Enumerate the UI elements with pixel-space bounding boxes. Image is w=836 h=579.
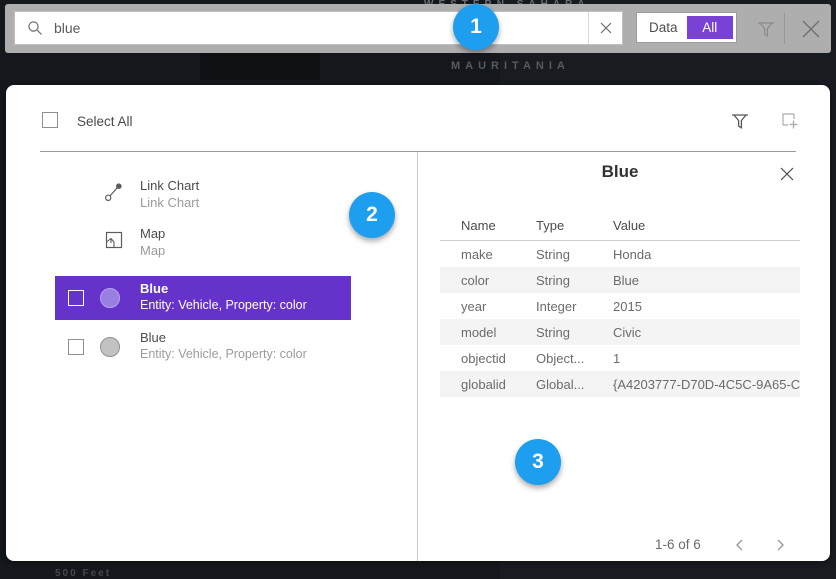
list-details-divider: [417, 152, 418, 561]
callout-badge-3: 3: [515, 439, 561, 485]
table-row: year Integer 2015: [440, 293, 800, 319]
result-checkbox[interactable]: [68, 290, 84, 306]
search-scope-toggle: Data All: [636, 12, 737, 43]
result-subtitle: Entity: Vehicle, Property: color: [140, 347, 307, 361]
cell-type: Object...: [536, 351, 613, 366]
result-title: Blue: [140, 330, 166, 345]
cell-type: String: [536, 273, 613, 288]
detail-close-icon[interactable]: [778, 165, 796, 183]
table-row: globalid Global... {A4203777-D70D-4C5C-9…: [440, 371, 800, 397]
scope-data-button[interactable]: Data: [640, 16, 687, 39]
search-overlay-screen: WESTERN SAHARA MAURITANIA 500 Feet Data …: [0, 0, 836, 579]
cell-value: Blue: [613, 273, 800, 288]
cell-name: objectid: [461, 351, 536, 366]
select-all-label: Select All: [77, 114, 133, 129]
result-title: Map: [140, 226, 165, 241]
header-divider: [40, 151, 796, 152]
search-icon: [27, 20, 43, 36]
cell-value: Honda: [613, 247, 800, 262]
link-chart-icon: [103, 181, 125, 203]
search-input[interactable]: [54, 20, 588, 36]
pagination-label: 1-6 of 6: [655, 537, 701, 552]
result-item-blue[interactable]: Blue Entity: Vehicle, Property: color: [55, 325, 351, 369]
cell-value: Civic: [613, 325, 800, 340]
close-icon[interactable]: [798, 16, 824, 42]
cell-name: color: [461, 273, 536, 288]
result-subtitle: Entity: Vehicle, Property: color: [140, 298, 307, 312]
detail-title: Blue: [440, 162, 800, 182]
entity-circle-icon: [100, 337, 120, 357]
pagination-prev-icon[interactable]: [731, 536, 749, 554]
select-all-checkbox[interactable]: [42, 112, 58, 128]
map-scale-label: 500 Feet: [55, 568, 111, 579]
cell-type: String: [536, 247, 613, 262]
column-header: Name: [461, 218, 536, 233]
result-title: Link Chart: [140, 178, 199, 193]
result-subtitle: Link Chart: [140, 195, 199, 210]
column-header: Type: [536, 218, 613, 233]
cell-type: Integer: [536, 299, 613, 314]
cell-name: model: [461, 325, 536, 340]
cell-value: 1: [613, 351, 800, 366]
cell-value: 2015: [613, 299, 800, 314]
callout-badge-1: 1: [453, 4, 499, 50]
table-row: make String Honda: [440, 241, 800, 267]
search-bar: [14, 11, 623, 45]
map-label-mauritania: MAURITANIA: [451, 60, 570, 72]
pagination-next-icon[interactable]: [771, 536, 789, 554]
cell-name: year: [461, 299, 536, 314]
map-icon: [103, 229, 125, 251]
table-row: objectid Object... 1: [440, 345, 800, 371]
cell-type: String: [536, 325, 613, 340]
cell-value: {A4203777-D70D-4C5C-9A65-C...: [613, 377, 800, 392]
toolbar-divider: [784, 13, 785, 44]
add-to-selection-icon[interactable]: [779, 110, 801, 132]
search-clear-button[interactable]: [588, 12, 622, 44]
cell-name: make: [461, 247, 536, 262]
entity-circle-icon: [100, 288, 120, 308]
scope-all-button[interactable]: All: [687, 16, 734, 39]
table-row: model String Civic: [440, 319, 800, 345]
column-header: Value: [613, 218, 800, 233]
result-title: Blue: [140, 281, 168, 296]
attribute-table-header: Name Type Value: [440, 211, 800, 241]
result-checkbox[interactable]: [68, 339, 84, 355]
result-subtitle: Map: [140, 243, 165, 258]
search-toolbar: Data All: [5, 4, 831, 53]
filter-icon[interactable]: [755, 18, 777, 40]
filter-icon[interactable]: [729, 110, 751, 132]
result-item-blue-selected[interactable]: Blue Entity: Vehicle, Property: color: [55, 276, 351, 320]
cell-name: globalid: [461, 377, 536, 392]
table-row: color String Blue: [440, 267, 800, 293]
callout-badge-2: 2: [349, 192, 395, 238]
cell-type: Global...: [536, 377, 613, 392]
attribute-table: Name Type Value make String Honda color …: [440, 211, 800, 397]
search-results-panel: Select All Link Chart Link Chart Map Map: [6, 85, 830, 561]
